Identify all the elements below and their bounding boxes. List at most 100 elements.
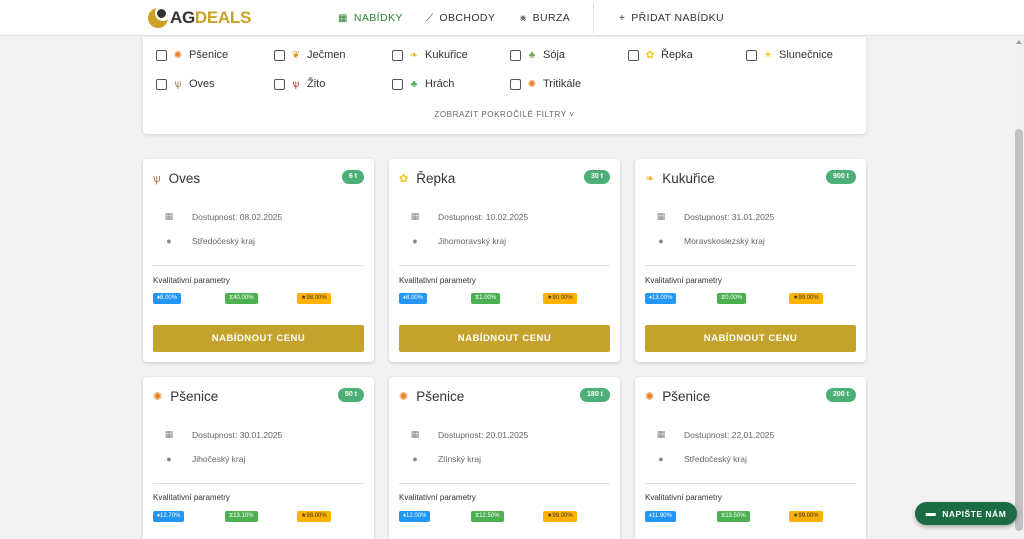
filter-crop-repka[interactable]: ✿ Řepka <box>628 49 693 61</box>
rapeseed-icon: ✿ <box>399 173 409 185</box>
wheat-icon: ✺ <box>399 391 409 403</box>
nav-add-offer[interactable]: + PŘIDAT NABÍDKU <box>619 0 724 36</box>
location-pin-icon: ● <box>658 236 664 246</box>
crop-label: Ječmen <box>307 49 346 61</box>
nav-exchange[interactable]: ⨳ BURZA <box>520 0 570 36</box>
filter-crop-kukurice[interactable]: ❧ Kukuřice <box>392 49 468 61</box>
crop-label: Hrách <box>425 78 455 90</box>
offer-card[interactable]: ❧ Kukuřice 900 t ▦ Dostupnost: 31.01.202… <box>635 159 866 362</box>
crop-name: Oves <box>168 171 201 186</box>
quality-label: Kvalitativní parametry <box>399 493 476 502</box>
quantity-badge: 50 t <box>337 388 364 402</box>
availability-text: Dostupnost: 31.01.2025 <box>684 211 775 222</box>
calendar-icon: ▦ <box>410 429 420 439</box>
card-title: ❧ Kukuřice <box>645 171 715 186</box>
filter-crop-oves[interactable]: ѱ Oves <box>156 78 215 90</box>
advanced-filters-toggle[interactable]: ZOBRAZIT POKROČILÉ FILTRY ˅ <box>143 110 866 119</box>
rye-icon: ѱ <box>292 78 300 90</box>
moisture-chip: ♦12.70% <box>153 511 185 522</box>
calendar-icon: ▦ <box>164 429 174 439</box>
nav-trades[interactable]: ⟋ OBCHODY <box>426 0 495 36</box>
purity-chip: ★99.00% <box>789 511 823 522</box>
purity-chip: ★98.00% <box>297 293 331 304</box>
quantity-badge: 6 t <box>341 170 364 184</box>
exchange-icon: ⨳ <box>520 12 527 24</box>
checkbox[interactable] <box>628 49 639 61</box>
divider <box>645 265 856 266</box>
moisture-chip: ♦8.00% <box>153 293 182 304</box>
region-row: ● Jihočeský kraj <box>163 454 245 464</box>
logo-mark-icon <box>148 8 168 28</box>
crop-label: Tritikále <box>543 78 582 90</box>
card-title: ✺ Pšenice <box>153 389 218 404</box>
grid-icon: ▦ <box>338 12 348 24</box>
scroll-up-icon[interactable] <box>1016 40 1022 44</box>
agdeals-logo[interactable]: AGDEALS <box>148 8 251 28</box>
card-title: ✺ Pšenice <box>645 389 710 404</box>
checkbox[interactable] <box>274 78 285 90</box>
nav-trades-label: OBCHODY <box>439 12 496 24</box>
offer-card[interactable]: ✺ Pšenice 180 t ▦ Dostupnost: 20.01.2025… <box>389 377 620 539</box>
oats-icon: ѱ <box>153 172 161 185</box>
protein-chip: ⧖13.10% <box>225 511 258 522</box>
card-title: ✺ Pšenice <box>399 389 464 404</box>
corn-icon: ❧ <box>645 173 655 185</box>
oats-icon: ѱ <box>174 78 182 90</box>
chat-bubble-icon: ▬ <box>925 508 937 519</box>
offer-card[interactable]: ✺ Pšenice 200 t ▦ Dostupnost: 22.01.2025… <box>635 377 866 539</box>
region-row: ● Moravskoslezský kraj <box>655 236 765 246</box>
crop-label: Slunečnice <box>779 49 833 61</box>
location-pin-icon: ● <box>658 454 664 464</box>
crop-label: Kukuřice <box>425 49 468 61</box>
checkbox[interactable] <box>274 49 285 61</box>
filter-crop-slunecnice[interactable]: ☀ Slunečnice <box>746 49 833 61</box>
card-title: ✿ Řepka <box>399 171 455 186</box>
plus-icon: + <box>619 12 626 24</box>
offer-price-button[interactable]: NABÍDNOUT CENU <box>153 325 364 352</box>
checkbox[interactable] <box>392 78 403 90</box>
divider <box>399 265 610 266</box>
checkbox[interactable] <box>746 49 757 61</box>
filter-crop-tritikale[interactable]: ✺ Tritikále <box>510 78 581 90</box>
soy-sprout-icon: ♣ <box>528 49 536 61</box>
availability-row: ▦ Dostupnost: 20.01.2025 <box>409 429 529 440</box>
scrollbar-thumb[interactable] <box>1015 129 1023 531</box>
quantity-badge: 900 t <box>826 170 856 184</box>
checkbox[interactable] <box>510 78 521 90</box>
availability-text: Dostupnost: 08.02.2025 <box>192 211 283 222</box>
offer-price-button[interactable]: NABÍDNOUT CENU <box>645 325 856 352</box>
filter-crop-soja[interactable]: ♣ Sója <box>510 49 565 61</box>
quality-label: Kvalitativní parametry <box>645 276 722 285</box>
filter-crop-hrach[interactable]: ♣ Hrách <box>392 78 454 90</box>
offer-card[interactable]: ѱ Oves 6 t ▦ Dostupnost: 08.02.2025 ● St… <box>143 159 374 362</box>
corn-icon: ❧ <box>409 49 419 61</box>
crop-label: Pšenice <box>189 49 229 61</box>
availability-row: ▦ Dostupnost: 31.01.2025 <box>655 211 775 222</box>
filter-crop-jecmen[interactable]: ❦ Ječmen <box>274 49 346 61</box>
offer-card[interactable]: ✿ Řepka 30 t ▦ Dostupnost: 10.02.2025 ● … <box>389 159 620 362</box>
protein-chip: ⧖1.00% <box>471 293 501 304</box>
offer-price-button[interactable]: NABÍDNOUT CENU <box>399 325 610 352</box>
calendar-icon: ▦ <box>164 211 174 221</box>
offer-card[interactable]: ✺ Pšenice 50 t ▦ Dostupnost: 30.01.2025 … <box>143 377 374 539</box>
checkbox[interactable] <box>156 49 167 61</box>
page-scrollbar[interactable] <box>1013 37 1024 539</box>
checkbox[interactable] <box>156 78 167 90</box>
purity-chip: ★99.00% <box>543 511 577 522</box>
availability-row: ▦ Dostupnost: 30.01.2025 <box>163 429 283 440</box>
chat-button[interactable]: ▬ NAPIŠTE NÁM <box>915 502 1017 525</box>
location-pin-icon: ● <box>166 236 172 246</box>
filter-crop-psenice[interactable]: ✺ Pšenice <box>156 49 228 61</box>
region-text: Středočeský kraj <box>684 454 747 464</box>
moisture-chip: ♦11.90% <box>645 511 676 522</box>
filter-crop-zito[interactable]: ѱ Žito <box>274 78 325 90</box>
protein-chip: ⧖13.50% <box>717 511 750 522</box>
card-title: ѱ Oves <box>153 171 200 186</box>
nav-offers[interactable]: ▦ NABÍDKY <box>338 0 403 36</box>
checkbox[interactable] <box>392 49 403 61</box>
quality-label: Kvalitativní parametry <box>153 276 230 285</box>
checkbox[interactable] <box>510 49 521 61</box>
purity-chip: ★99.00% <box>789 293 823 304</box>
nav-divider <box>593 3 594 33</box>
location-pin-icon: ● <box>166 454 172 464</box>
